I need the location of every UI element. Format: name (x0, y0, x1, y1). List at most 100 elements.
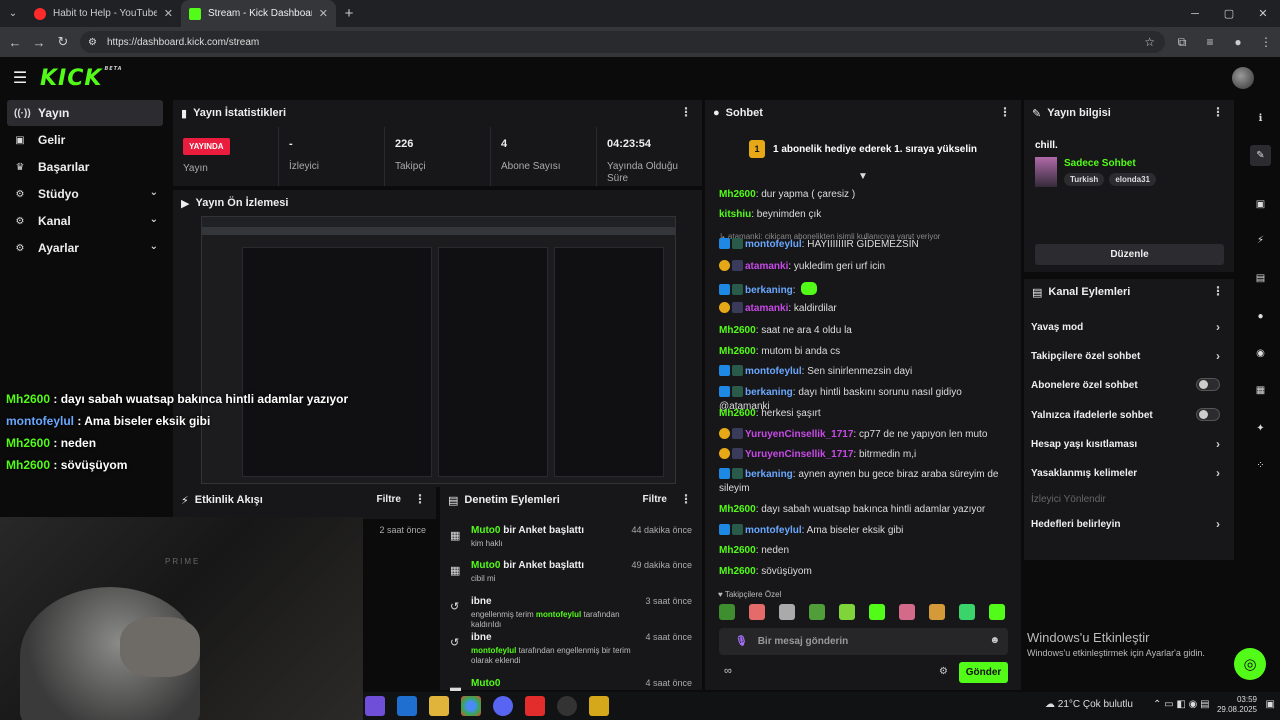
chat-username[interactable]: atamanki (745, 303, 788, 314)
maximize-button[interactable]: ▢ (1212, 0, 1246, 27)
edit-icon[interactable]: ✎ (1250, 145, 1271, 166)
send-button[interactable]: Gönder (959, 662, 1008, 683)
chat-settings-icon[interactable]: ⚙ (939, 666, 948, 677)
chat-message[interactable]: Mh2600: dayı sabah wuatsap bakınca hintl… (719, 503, 1014, 517)
minimize-button[interactable]: ─ (1178, 0, 1212, 27)
forward-button[interactable]: → (27, 35, 51, 50)
chat-message[interactable]: montofeylul: Ama biseler eksik gibi (719, 524, 1014, 538)
weather-widget[interactable]: ☁ 21°C Çok bulutlu (1045, 699, 1133, 710)
chat-username[interactable]: atamanki (745, 261, 788, 272)
pinned-goal[interactable]: 1 1 abonelik hediye ederek 1. sıraya yüks… (705, 127, 1021, 171)
system-tray[interactable]: ⌃ ▭ ◧ ◉ ▤ (1153, 699, 1210, 710)
panel-menu-icon[interactable]: ⋮ (680, 492, 692, 506)
window-close-button[interactable]: ✕ (1246, 0, 1280, 27)
chat-username[interactable]: Mh2600 (719, 545, 756, 556)
chat-username[interactable]: YuruyenCinsellik_1717 (745, 429, 853, 440)
sidebar-item-yayin[interactable]: ((·)) Yayın (7, 100, 163, 126)
tab-kick-dashboard[interactable]: Stream - Kick Dashboard ✕ (181, 0, 336, 27)
app-icon[interactable] (525, 696, 545, 716)
channel-action-item[interactable]: Hesap yaşı kısıtlaması › (1031, 437, 1226, 451)
panel-menu-icon[interactable]: ⋮ (414, 492, 426, 506)
emote-icon[interactable] (719, 604, 735, 620)
sidebar-item-basarilar[interactable]: ♛ Başarılar (7, 154, 163, 180)
broadcast-icon[interactable]: ◉ (1250, 343, 1271, 364)
chat-message[interactable]: YuruyenCinsellik_1717: bitrmedin m,i (719, 448, 1014, 462)
bookmark-star-icon[interactable]: ☆ (1144, 35, 1155, 49)
emote-icon[interactable] (779, 604, 795, 620)
chat-message[interactable]: kitshiu: beynimden çık (719, 208, 1014, 222)
url-field[interactable]: ⚙ https://dashboard.kick.com/stream ☆ (80, 31, 1165, 53)
filter-button[interactable]: Filtre (643, 494, 667, 505)
chat-message[interactable]: atamanki: kaldirdilar (719, 302, 1014, 316)
sidebar-item-kanal[interactable]: ⚙ Kanal ⌄ (7, 208, 163, 234)
notification-icon[interactable]: ▣ (1266, 699, 1275, 710)
back-button[interactable]: ← (3, 35, 27, 50)
panel-menu-icon[interactable]: ⋮ (680, 105, 692, 119)
toggle-switch[interactable] (1196, 378, 1220, 391)
panel-menu-icon[interactable]: ⋮ (999, 105, 1011, 119)
close-tab-icon[interactable]: ✕ (164, 7, 173, 20)
app-icon[interactable] (589, 696, 609, 716)
discord-icon[interactable] (493, 696, 513, 716)
chat-username[interactable]: Mh2600 (719, 325, 756, 336)
chat-message[interactable]: Mh2600: neden (719, 544, 1014, 558)
channel-action-item[interactable]: İzleyici Yönlendir (1031, 494, 1226, 505)
close-tab-icon[interactable]: ✕ (319, 7, 328, 20)
mic-icon[interactable]: 🎙 (735, 636, 748, 647)
chat-username[interactable]: YuruyenCinsellik_1717 (745, 449, 853, 460)
apps-icon[interactable]: ⁘ (1250, 455, 1271, 476)
chat-username[interactable]: Mh2600 (719, 408, 756, 419)
profile-icon[interactable]: ● (1224, 35, 1252, 49)
chat-message[interactable]: montofeylul: Sen sinirlenmezsin dayi (719, 365, 1014, 379)
chat-message[interactable]: Mh2600: dur yapma ( çaresiz ) (719, 188, 1014, 202)
chat-message[interactable]: atamanki: yukledim geri urf icin (719, 260, 1014, 274)
panel-menu-icon[interactable]: ⋮ (1212, 284, 1224, 298)
channel-action-item[interactable]: Takipçilere özel sohbet › (1031, 349, 1226, 363)
channel-action-item[interactable]: Hedefleri belirleyin › (1031, 517, 1226, 531)
chat-message[interactable]: berkaning: (719, 282, 1014, 298)
chat-message[interactable]: Mh2600: mutom bi anda cs (719, 345, 1014, 359)
chat-message[interactable]: berkaning: aynen aynen bu gece biraz ara… (719, 468, 1014, 496)
chrome-icon[interactable] (461, 696, 481, 716)
chat-icon[interactable]: ● (1250, 306, 1271, 327)
chat-message[interactable]: Mh2600: herkesi şaşırt (719, 407, 1014, 421)
sidebar-item-studyo[interactable]: ⚙ Stüdyo ⌄ (7, 181, 163, 207)
emote-icon[interactable] (839, 604, 855, 620)
chat-message[interactable]: montofeylul: HAYIIIIIIIR GİDEMEZSİN (719, 238, 1014, 252)
filter-button[interactable]: Filtre (377, 494, 401, 505)
emote-icon[interactable] (869, 604, 885, 620)
emote-icon[interactable] (749, 604, 765, 620)
emote-icon[interactable] (989, 604, 1005, 620)
emote-icon[interactable] (899, 604, 915, 620)
chat-username[interactable]: berkaning (745, 469, 793, 480)
browser-menu-icon[interactable]: ⋮ (1252, 35, 1280, 49)
points-icon[interactable]: ∞ (724, 665, 732, 677)
sidebar-item-ayarlar[interactable]: ⚙ Ayarlar ⌄ (7, 235, 163, 261)
help-chat-button[interactable]: ◎ (1234, 648, 1266, 680)
emote-icon[interactable] (929, 604, 945, 620)
layout-icon[interactable]: ▦ (1250, 380, 1271, 401)
chat-username[interactable]: Mh2600 (719, 346, 756, 357)
tab-youtube[interactable]: Habit to Help - YouTube M... ✕ (26, 0, 181, 27)
emote-icon[interactable] (809, 604, 825, 620)
channel-action-item[interactable]: Yalnızca ifadelerle sohbet (1031, 408, 1226, 421)
hamburger-menu-icon[interactable]: ☰ (0, 68, 40, 88)
app-icon[interactable] (557, 696, 577, 716)
wrench-icon[interactable]: ✦ (1250, 418, 1271, 439)
stream-category[interactable]: Sadece Sohbet (1064, 158, 1136, 169)
emoji-icon[interactable]: ☻ (989, 635, 1000, 646)
panel-menu-icon[interactable]: ⋮ (1212, 105, 1224, 119)
channel-action-item[interactable]: Abonelere özel sohbet (1031, 378, 1226, 391)
kick-logo[interactable]: KICK BETA (40, 66, 123, 91)
chat-username[interactable]: montofeylul (745, 366, 802, 377)
site-info-icon[interactable]: ⚙ (88, 37, 97, 48)
toggle-switch[interactable] (1196, 408, 1220, 421)
clock[interactable]: 03:59 29.08.2025 (1217, 695, 1257, 715)
scan-icon[interactable]: ▣ (1250, 194, 1271, 215)
chat-username[interactable]: montofeylul (745, 525, 802, 536)
channel-action-item[interactable]: Yasaklanmış kelimeler › (1031, 466, 1226, 480)
chat-message[interactable]: Mh2600: saat ne ara 4 oldu la (719, 324, 1014, 338)
chat-username[interactable]: montofeylul (745, 239, 802, 250)
chat-filter-icon[interactable]: ▼ (858, 171, 868, 182)
channel-action-item[interactable]: Yavaş mod › (1031, 320, 1226, 334)
